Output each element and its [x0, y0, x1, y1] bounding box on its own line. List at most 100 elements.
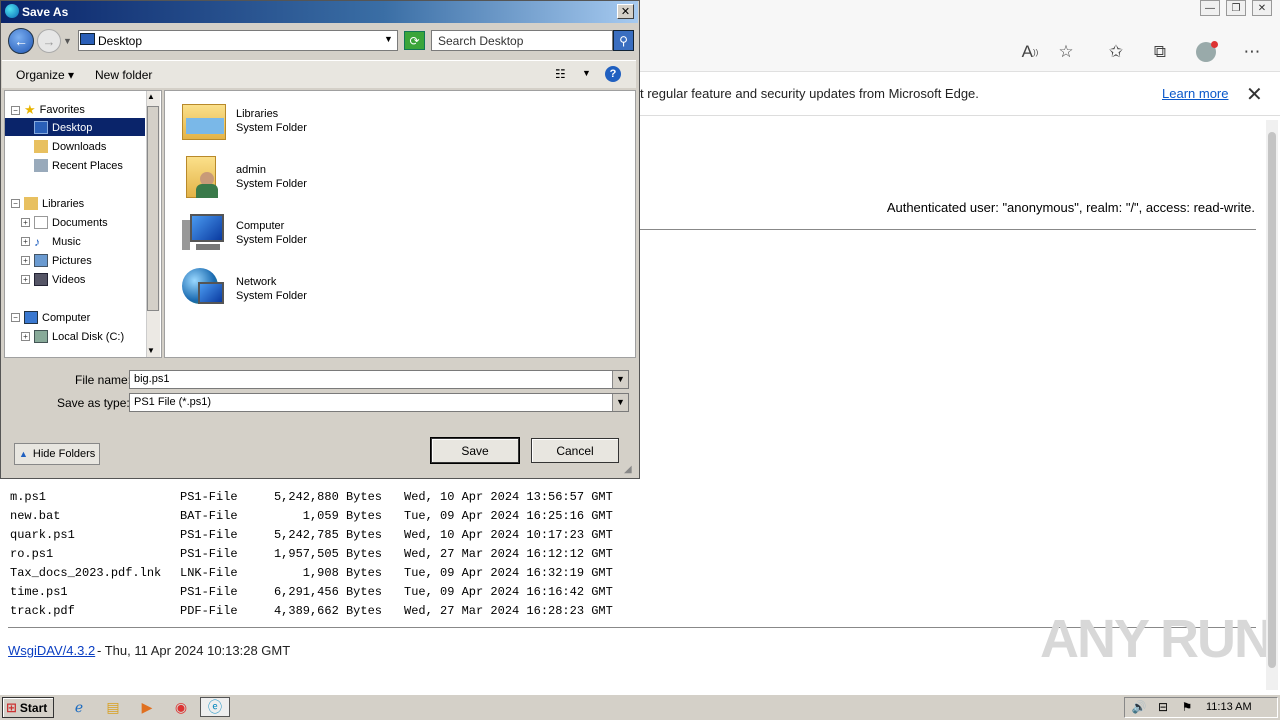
- tree-item-favorites[interactable]: − ★ Favorites: [11, 102, 85, 118]
- list-item[interactable]: admin System Folder: [180, 154, 307, 200]
- list-item[interactable]: Network System Folder: [180, 266, 307, 312]
- user-folder-icon: [180, 154, 228, 200]
- tree-item-desktop[interactable]: Desktop: [34, 121, 92, 134]
- tree-item-videos[interactable]: + Videos: [21, 273, 85, 286]
- start-button[interactable]: ⊞ Start: [2, 697, 54, 718]
- info-bar-text: t regular feature and security updates f…: [640, 86, 979, 101]
- collections-icon[interactable]: ⧉: [1148, 40, 1172, 64]
- windows-logo-icon: ⊞: [6, 699, 17, 715]
- edge-taskbar-icon[interactable]: ⓔ: [200, 697, 230, 717]
- tree-item-recent-places[interactable]: Recent Places: [34, 159, 123, 172]
- wsgidav-link[interactable]: WsgiDAV/4.3.2: [8, 643, 95, 658]
- chevron-up-icon: ▲: [19, 449, 28, 459]
- tree-item-documents[interactable]: + Documents: [21, 216, 108, 229]
- save-type-label: Save as type:: [57, 396, 130, 410]
- edge-icon: [5, 4, 19, 18]
- table-row[interactable]: ro.ps1 PS1-File 1,957,505 Bytes Wed, 27 Mar…: [10, 545, 613, 564]
- save-type-select[interactable]: PS1 File (*.ps1) ▼: [129, 393, 629, 412]
- chevron-down-icon: ▼: [612, 394, 628, 411]
- minimize-button[interactable]: —: [1200, 0, 1220, 16]
- table-row[interactable]: new.bat BAT-File 1,059 Bytes Tue, 09 Apr 20…: [10, 507, 613, 526]
- media-player-icon[interactable]: ▶: [136, 697, 158, 717]
- favorites-icon[interactable]: ✩: [1104, 40, 1128, 64]
- hide-folders-button[interactable]: ▲ Hide Folders: [14, 443, 100, 465]
- internet-explorer-icon[interactable]: ℯ: [68, 697, 90, 717]
- view-options-icon[interactable]: ☷: [555, 67, 566, 81]
- search-placeholder: Search Desktop: [438, 34, 524, 48]
- desktop-icon: [34, 121, 48, 134]
- computer-icon: [180, 210, 228, 256]
- recent-places-icon: [34, 159, 48, 172]
- read-aloud-icon[interactable]: A)): [1018, 40, 1042, 64]
- file-name-label: File name:: [75, 373, 132, 387]
- search-icon[interactable]: ⚲: [613, 30, 634, 51]
- downloads-folder-icon: [34, 140, 48, 153]
- tree-item-downloads[interactable]: Downloads: [34, 140, 106, 153]
- new-folder-button[interactable]: New folder: [95, 68, 152, 82]
- scroll-up-icon[interactable]: ▲: [147, 92, 155, 101]
- star-icon: ★: [24, 102, 36, 117]
- chrome-icon[interactable]: ◉: [170, 697, 192, 717]
- cancel-button[interactable]: Cancel: [531, 438, 619, 463]
- chevron-down-icon: ▼: [612, 371, 628, 388]
- table-row[interactable]: Tax_docs_2023.pdf.lnk LNK-File 1,908 Bytes…: [10, 564, 613, 583]
- more-menu-icon[interactable]: ⋯: [1240, 40, 1264, 64]
- tree-item-music[interactable]: + ♪ Music: [21, 235, 81, 249]
- network-icon: [180, 266, 228, 312]
- view-dropdown-icon[interactable]: ▼: [582, 68, 591, 78]
- pictures-icon: [34, 254, 48, 267]
- dialog-title: Save As: [22, 5, 69, 19]
- clock: 11:13 AM: [1206, 701, 1252, 713]
- refresh-icon[interactable]: ⟳: [404, 31, 425, 50]
- documents-icon: [34, 216, 48, 229]
- file-name-field[interactable]: big.ps1 ▼: [129, 370, 629, 389]
- dialog-titlebar[interactable]: [1, 1, 638, 23]
- computer-icon: [24, 311, 38, 324]
- network-tray-icon[interactable]: ⊟: [1152, 697, 1174, 717]
- flag-icon[interactable]: ⚑: [1176, 697, 1198, 717]
- scroll-down-icon[interactable]: ▼: [147, 346, 155, 355]
- tree-item-pictures[interactable]: + Pictures: [21, 254, 92, 267]
- table-row[interactable]: quark.ps1 PS1-File 5,242,785 Bytes Wed, 10 …: [10, 526, 613, 545]
- tree-item-libraries[interactable]: − Libraries: [11, 197, 84, 210]
- resize-grip-icon[interactable]: ◢: [624, 464, 632, 475]
- table-row[interactable]: time.ps1 PS1-File 6,291,456 Bytes Tue, 09 A…: [10, 583, 613, 602]
- auth-status-text: Authenticated user: "anonymous", realm: …: [886, 200, 1255, 215]
- back-button[interactable]: ←: [8, 28, 34, 54]
- list-item[interactable]: Computer System Folder: [180, 210, 307, 256]
- close-window-button[interactable]: ✕: [1252, 0, 1272, 16]
- add-favorite-icon[interactable]: ☆: [1054, 40, 1078, 64]
- volume-icon[interactable]: 🔊: [1128, 697, 1150, 717]
- organize-menu[interactable]: Organize ▾: [16, 68, 74, 82]
- scrollbar-thumb[interactable]: [1268, 132, 1276, 668]
- taskbar: [0, 694, 1280, 720]
- videos-icon: [34, 273, 48, 286]
- tree-item-local-disk[interactable]: + Local Disk (C:): [21, 330, 124, 343]
- desktop-icon: [80, 33, 95, 45]
- libraries-icon: [24, 197, 38, 210]
- dialog-close-button[interactable]: ✕: [617, 4, 634, 19]
- forward-button[interactable]: →: [37, 29, 61, 53]
- window-controls: — ❐ ✕: [1200, 0, 1272, 18]
- learn-more-link[interactable]: Learn more: [1162, 86, 1228, 101]
- profile-avatar[interactable]: [1194, 40, 1218, 64]
- libraries-folder-icon: [180, 98, 228, 144]
- tree-item-computer[interactable]: − Computer: [11, 311, 90, 324]
- scrollbar-thumb[interactable]: [147, 106, 159, 311]
- close-icon[interactable]: ✕: [1246, 82, 1263, 107]
- list-item[interactable]: Libraries System Folder: [180, 98, 307, 144]
- table-row[interactable]: track.pdf PDF-File 4,389,662 Bytes Wed, 27 …: [10, 602, 613, 621]
- path-dropdown-icon[interactable]: ▼: [384, 34, 393, 44]
- table-row[interactable]: m.ps1 PS1-File 5,242,880 Bytes Wed, 10 Apr …: [10, 488, 613, 507]
- file-listing: m.ps1 PS1-File 5,242,880 Bytes Wed, 10 Apr …: [10, 488, 613, 621]
- music-icon: ♪: [34, 235, 40, 249]
- drive-icon: [34, 330, 48, 343]
- divider: [640, 229, 1256, 230]
- restore-button[interactable]: ❐: [1226, 0, 1246, 16]
- path-text: Desktop: [98, 34, 143, 48]
- watermark-logo: ANY RUN: [1040, 609, 1273, 669]
- file-explorer-icon[interactable]: ▤: [102, 697, 124, 717]
- save-button[interactable]: Save: [430, 437, 520, 464]
- help-icon[interactable]: ?: [605, 66, 621, 82]
- recent-locations-dropdown[interactable]: ▼: [63, 36, 72, 46]
